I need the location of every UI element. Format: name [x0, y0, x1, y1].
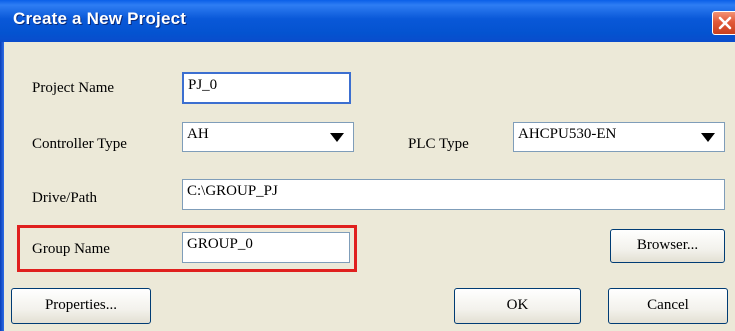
- chevron-down-icon: [701, 133, 715, 142]
- properties-button[interactable]: Properties...: [11, 288, 151, 324]
- title-bar[interactable]: Create a New Project: [0, 0, 735, 42]
- browser-button-label: Browser...: [636, 237, 699, 254]
- browser-button[interactable]: Browser...: [610, 229, 725, 263]
- plc-type-label: PLC Type: [408, 136, 469, 152]
- close-button[interactable]: [712, 11, 735, 35]
- controller-type-value: AH: [187, 126, 209, 142]
- drive-path-label: Drive/Path: [32, 190, 97, 206]
- close-icon: [718, 16, 732, 30]
- ok-button-label: OK: [506, 297, 529, 314]
- chevron-down-icon: [330, 133, 344, 142]
- plc-type-value: AHCPU530-EN: [518, 126, 617, 142]
- cancel-button[interactable]: Cancel: [608, 288, 728, 324]
- group-name-highlight-box: [17, 225, 357, 272]
- ok-button[interactable]: OK: [454, 288, 581, 324]
- project-name-label: Project Name: [32, 80, 115, 96]
- dialog-body: Project Name PJ_0 Controller Type AH PLC…: [4, 42, 735, 331]
- project-name-input[interactable]: PJ_0: [182, 72, 351, 104]
- window-title: Create a New Project: [13, 9, 187, 28]
- controller-type-label: Controller Type: [32, 136, 127, 152]
- plc-type-dropdown-button[interactable]: [693, 124, 723, 150]
- cancel-button-label: Cancel: [647, 297, 689, 314]
- controller-type-dropdown-button[interactable]: [322, 124, 352, 150]
- drive-path-input[interactable]: C:\GROUP_PJ: [182, 179, 725, 210]
- controller-type-select[interactable]: AH: [182, 122, 354, 152]
- properties-button-label: Properties...: [44, 297, 118, 314]
- plc-type-select[interactable]: AHCPU530-EN: [513, 122, 725, 152]
